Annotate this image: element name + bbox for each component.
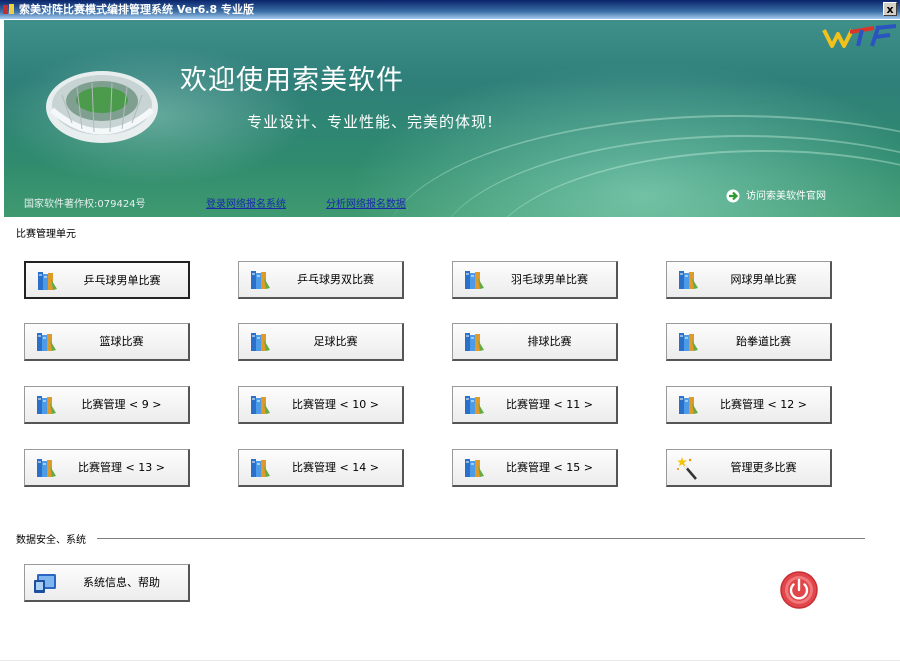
books-icon [465,459,484,477]
power-icon [780,571,818,609]
analyze-link[interactable]: 分析网络报名数据 [326,195,406,210]
button-label: 跆拳道比赛 [736,335,791,348]
competition-button[interactable]: 篮球比赛 [24,323,190,361]
competition-section-label: 比赛管理单元 [16,229,76,240]
competition-button[interactable]: 比赛管理 < 13 > [24,449,190,487]
books-icon [251,271,270,289]
exit-button[interactable] [779,570,819,610]
more-competitions-button[interactable]: 管理更多比赛 [666,449,832,487]
competition-button[interactable]: 跆拳道比赛 [666,323,832,361]
bottom-border [0,660,900,661]
button-label: 篮球比赛 [99,335,144,348]
button-label: 足球比赛 [313,335,358,348]
visit-website-link[interactable]: 访问索美软件官网 [726,187,826,203]
button-label: 系统信息、帮助 [83,576,160,589]
button-label: 比赛管理 < 15 > [506,461,593,474]
competition-button[interactable]: 比赛管理 < 12 > [666,386,832,424]
button-label: 乒乓球男双比赛 [297,273,374,286]
books-icon [251,333,270,351]
competition-button[interactable]: 比赛管理 < 15 > [452,449,618,487]
app-icon [3,4,14,14]
system-section-label: 数据安全、系统 [16,535,86,546]
button-label: 管理更多比赛 [730,461,797,474]
welcome-heading: 欢迎使用索美软件 [180,65,404,96]
competition-button[interactable]: 乒乓球男单比赛 [24,261,190,299]
button-label: 比赛管理 < 10 > [292,398,379,411]
arrow-right-icon [726,189,740,203]
copyright-text: 国家软件著作权:079424号 [24,199,146,210]
button-label: 乒乓球男单比赛 [83,274,161,287]
competition-button[interactable]: 比赛管理 < 10 > [238,386,404,424]
visit-website-label: 访问索美软件官网 [746,191,826,202]
magic-wand-icon [677,457,697,480]
books-icon [679,271,698,289]
competition-button[interactable]: 羽毛球男单比赛 [452,261,618,299]
books-icon [37,459,56,477]
competition-button[interactable]: 比赛管理 < 11 > [452,386,618,424]
wtf-logo [822,24,897,48]
button-label: 羽毛球男单比赛 [511,273,588,286]
books-icon [465,396,484,414]
slogan-text: 专业设计、专业性能、完美的体现! [247,113,495,131]
register-link[interactable]: 登录网络报名系统 [206,195,286,210]
monitor-icon [34,574,56,593]
button-label: 比赛管理 < 11 > [506,398,593,411]
competition-button[interactable]: 乒乓球男双比赛 [238,261,404,299]
window-title: 索美对阵比赛模式编排管理系统 Ver6.8 专业版 [19,3,254,16]
system-info-help-button[interactable]: 系统信息、帮助 [24,564,190,602]
button-label: 排球比赛 [527,335,572,348]
books-icon [251,459,270,477]
competition-button[interactable]: 比赛管理 < 9 > [24,386,190,424]
button-label: 网球男单比赛 [730,273,797,286]
competition-button[interactable]: 比赛管理 < 14 > [238,449,404,487]
button-label: 比赛管理 < 9 > [81,398,162,411]
competition-button[interactable]: 网球男单比赛 [666,261,832,299]
button-label: 比赛管理 < 13 > [78,461,165,474]
section-divider [97,538,865,540]
button-label: 比赛管理 < 14 > [292,461,379,474]
title-bar: 索美对阵比赛模式编排管理系统 Ver6.8 专业版 x [0,0,900,19]
close-button[interactable]: x [883,2,897,16]
books-icon [251,396,270,414]
books-icon [37,333,56,351]
button-label: 比赛管理 < 12 > [720,398,807,411]
welcome-banner: 欢迎使用索美软件 专业设计、专业性能、完美的体现! 国家软件著作权:079424… [4,20,900,217]
books-icon [465,271,484,289]
books-icon [465,333,484,351]
competition-button[interactable]: 排球比赛 [452,323,618,361]
books-icon [37,396,56,414]
competition-button[interactable]: 足球比赛 [238,323,404,361]
stadium-icon [46,71,158,143]
books-icon [38,272,57,290]
books-icon [679,396,698,414]
books-icon [679,333,698,351]
